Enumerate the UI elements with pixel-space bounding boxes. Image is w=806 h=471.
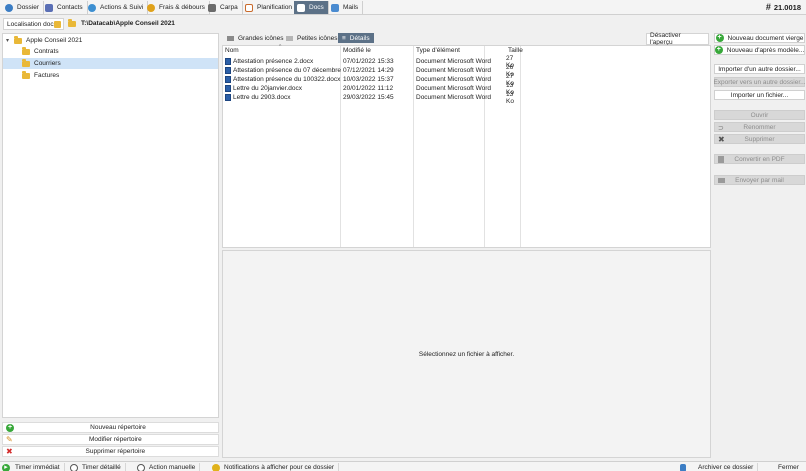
file-list: Nom ^ Modifié le Type d'élément Taille A… xyxy=(222,44,711,248)
contacts-icon xyxy=(45,3,53,12)
timer-detailed-button[interactable]: Timer détaillé xyxy=(70,463,126,471)
header-name[interactable]: Nom xyxy=(225,47,239,55)
folder-icon xyxy=(22,46,30,55)
word-doc-icon xyxy=(225,67,231,74)
path-folder-icon xyxy=(68,19,80,29)
view-small-icons[interactable]: Petites icônes xyxy=(282,33,341,43)
chevron-down-icon[interactable]: ▾ xyxy=(6,37,14,44)
tab-frais-debours[interactable]: Frais & débours xyxy=(144,1,210,14)
import-file-button[interactable]: Importer un fichier... xyxy=(714,90,805,100)
import-from-folder-button[interactable]: Importer d'un autre dossier... xyxy=(714,64,805,74)
rename-button[interactable]: ⊃ Renommer xyxy=(714,122,805,132)
clock-icon xyxy=(137,463,145,471)
new-folder-button[interactable]: + Nouveau répertoire xyxy=(2,422,219,433)
word-doc-icon xyxy=(225,58,231,65)
notifications-button[interactable]: Notifications à afficher pour ce dossier xyxy=(212,463,340,471)
dossier-icon xyxy=(5,3,13,12)
delete-folder-button[interactable]: ✖ Supprimer répertoire xyxy=(2,446,219,457)
convert-pdf-button[interactable]: Convertir en PDF xyxy=(714,154,805,164)
location-button[interactable]: Localisation docs. xyxy=(3,18,64,30)
open-button[interactable]: Ouvrir xyxy=(714,110,805,120)
file-row[interactable]: Attestation présence du 07 décembre 2021… xyxy=(223,64,521,78)
tree-root[interactable]: ▾ Apple Conseil 2021 xyxy=(3,35,218,46)
send-by-mail-button[interactable]: Envoyer par mail xyxy=(714,175,805,185)
delete-x-icon: ✖ xyxy=(718,135,725,144)
plus-icon: + xyxy=(714,46,723,54)
tab-actions-suivi[interactable]: Actions & Suivi xyxy=(85,1,149,14)
timer-immediate-button[interactable]: ▸ Timer immédiat xyxy=(2,463,65,471)
delete-button[interactable]: ✖ Supprimer xyxy=(714,134,805,144)
new-blank-document-button[interactable]: + Nouveau document vierge xyxy=(714,33,805,43)
calendar-icon xyxy=(245,3,253,12)
tree-item-contrats[interactable]: Contrats xyxy=(3,46,218,57)
top-tab-bar: Dossier Contacts Actions & Suivi Frais &… xyxy=(0,0,806,15)
location-bar: Localisation docs. T:\Datacab\Apple Cons… xyxy=(0,17,806,31)
folder-tree: ▾ Apple Conseil 2021 Contrats Courriers … xyxy=(2,33,219,418)
small-icons-icon xyxy=(286,35,293,41)
tab-carpa[interactable]: Carpa xyxy=(205,1,243,14)
bank-icon xyxy=(208,3,216,12)
word-doc-icon xyxy=(225,85,231,92)
new-from-model-button[interactable]: + Nouveau d'après modèle... xyxy=(714,45,805,55)
actions-icon xyxy=(88,3,96,12)
edit-folder-button[interactable]: ✎ Modifier répertoire xyxy=(2,434,219,445)
clock-icon xyxy=(70,463,78,471)
folder-icon xyxy=(22,70,30,79)
mail-icon xyxy=(718,178,725,183)
tab-contacts[interactable]: Contacts xyxy=(42,1,88,14)
header-modified[interactable]: Modifié le xyxy=(343,47,371,55)
mail-icon xyxy=(331,3,339,12)
coin-icon xyxy=(147,3,155,12)
rename-icon: ⊃ xyxy=(718,125,724,132)
close-button[interactable]: Fermer xyxy=(778,463,803,471)
preview-message: Sélectionnez un fichier à afficher. xyxy=(418,351,515,358)
bottom-bar: ▸ Timer immédiat Timer détaillé Action m… xyxy=(0,461,806,471)
tree-item-factures[interactable]: Factures xyxy=(3,70,218,81)
file-row[interactable]: Attestation présence 2.docx 07/01/2022 1… xyxy=(223,55,521,69)
plus-icon: + xyxy=(6,423,14,432)
file-preview-pane: Sélectionnez un fichier à afficher. xyxy=(222,250,711,458)
dossier-code: # 21.0018 xyxy=(765,2,801,12)
pdf-icon xyxy=(718,156,724,163)
location-folder-icon xyxy=(54,21,61,28)
word-doc-icon xyxy=(225,94,231,101)
export-to-folder-button[interactable]: Exporter vers un autre dossier... xyxy=(713,77,806,87)
view-details[interactable]: ≡ Détails xyxy=(338,33,374,43)
word-doc-icon xyxy=(225,76,231,83)
tree-item-courriers[interactable]: Courriers xyxy=(3,58,218,69)
tab-dossier[interactable]: Dossier xyxy=(2,1,45,14)
folder-icon xyxy=(14,35,22,44)
tab-mails[interactable]: Mails xyxy=(328,1,364,14)
notification-icon xyxy=(212,463,220,471)
file-row[interactable]: Attestation présence du 100322.docx 10/0… xyxy=(223,73,521,87)
archive-button[interactable]: Archiver ce dossier xyxy=(680,463,759,471)
details-icon: ≡ xyxy=(342,34,346,42)
large-icons-icon xyxy=(227,35,234,41)
folder-icon xyxy=(22,58,30,67)
play-icon: ▸ xyxy=(2,463,10,471)
archive-icon xyxy=(680,463,686,471)
header-type[interactable]: Type d'élément xyxy=(416,47,460,55)
current-path: T:\Datacab\Apple Conseil 2021 xyxy=(81,20,175,27)
file-row[interactable]: Lettre du 20janvier.docx 20/01/2022 11:1… xyxy=(223,82,521,96)
hash-icon: # xyxy=(765,2,771,12)
delete-x-icon: ✖ xyxy=(6,447,13,456)
docs-icon xyxy=(297,3,305,12)
tab-planification[interactable]: Planification xyxy=(242,1,298,14)
sort-up-icon: ^ xyxy=(279,44,282,50)
toggle-preview-button[interactable]: Désactiver l'aperçu xyxy=(646,32,709,46)
plus-icon: + xyxy=(715,34,724,42)
file-row[interactable]: Lettre du 2903.docx 29/03/2022 15:45 Doc… xyxy=(223,91,521,105)
view-large-icons[interactable]: Grandes icônes xyxy=(223,33,288,43)
pencil-icon: ✎ xyxy=(6,435,13,444)
tab-docs[interactable]: Docs xyxy=(294,1,329,14)
manual-action-button[interactable]: Action manuelle xyxy=(137,463,201,471)
